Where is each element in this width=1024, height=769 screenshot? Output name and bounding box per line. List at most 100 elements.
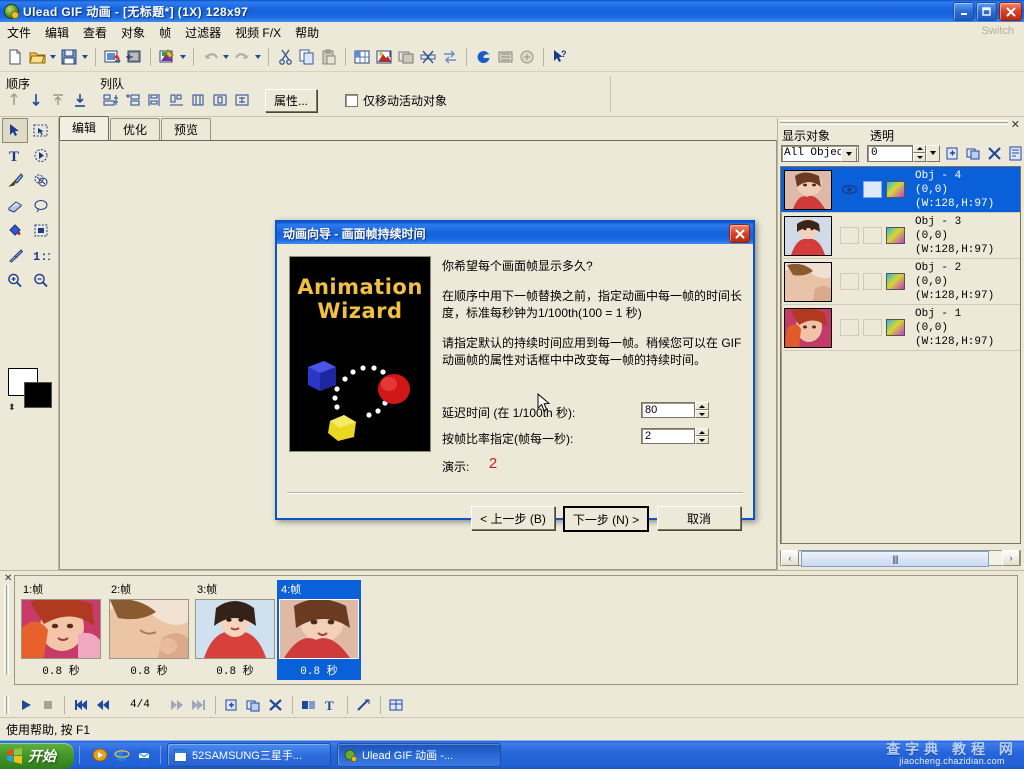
object-row-2[interactable]: Obj - 2 (0,0)(W:128,H:97) bbox=[781, 259, 1020, 305]
send-backward-icon[interactable] bbox=[26, 90, 46, 110]
palette-toggle[interactable] bbox=[886, 319, 905, 336]
dialog-close-button[interactable] bbox=[729, 224, 750, 243]
start-button[interactable]: 开始 bbox=[0, 743, 74, 769]
frame-rate-input[interactable]: 2 bbox=[641, 428, 695, 444]
delete-frame-icon[interactable] bbox=[265, 695, 287, 715]
plugin-icon[interactable] bbox=[494, 46, 516, 68]
frame-text-icon[interactable]: T bbox=[320, 695, 342, 715]
outlook-express-icon[interactable] bbox=[136, 747, 152, 763]
lock-toggle[interactable] bbox=[863, 181, 882, 198]
lasso-icon[interactable] bbox=[28, 193, 54, 218]
eraser-icon[interactable] bbox=[2, 193, 28, 218]
pick-tool-icon[interactable] bbox=[2, 118, 28, 143]
visibility-toggle[interactable] bbox=[840, 181, 859, 198]
object-list[interactable]: Obj - 4 (0,0)(W:128,H:97) bbox=[780, 166, 1021, 544]
swap-icon[interactable] bbox=[439, 46, 461, 68]
align-center-h-icon[interactable] bbox=[122, 90, 142, 110]
scroll-thumb[interactable]: |||| bbox=[801, 551, 989, 567]
first-frame-icon[interactable] bbox=[70, 695, 92, 715]
stepper-down-icon[interactable] bbox=[913, 153, 926, 162]
add-object-icon[interactable] bbox=[943, 144, 961, 162]
tab-optimize[interactable]: 优化 bbox=[110, 118, 160, 141]
object-list-hscrollbar[interactable]: ‹ |||| › bbox=[780, 550, 1021, 566]
visibility-toggle[interactable] bbox=[840, 227, 859, 244]
panel-close-icon[interactable]: ✕ bbox=[1011, 118, 1020, 131]
frame-item-4[interactable]: 4:帧 0.8 秒 bbox=[277, 580, 361, 680]
menu-video-fx[interactable]: 视频 F/X bbox=[228, 22, 288, 43]
internet-explorer-icon[interactable] bbox=[114, 747, 130, 763]
object-row-4[interactable]: Obj - 4 (0,0)(W:128,H:97) bbox=[781, 167, 1020, 213]
eyedropper-icon[interactable] bbox=[2, 243, 28, 268]
optimize-frame-icon[interactable] bbox=[353, 695, 375, 715]
duplicate-object-icon[interactable] bbox=[964, 144, 982, 162]
grid-icon[interactable] bbox=[351, 46, 373, 68]
play-icon[interactable] bbox=[15, 695, 37, 715]
back-button[interactable]: < 上一步 (B) bbox=[471, 506, 555, 530]
animation-object-icon[interactable] bbox=[28, 143, 54, 168]
object-row-1[interactable]: Obj - 1 (0,0)(W:128,H:97) bbox=[781, 305, 1020, 351]
stop-icon[interactable] bbox=[37, 695, 59, 715]
scroll-right-button[interactable]: › bbox=[1002, 550, 1020, 566]
optimize-icon[interactable] bbox=[156, 46, 178, 68]
menu-object[interactable]: 对象 bbox=[114, 22, 152, 43]
lock-toggle[interactable] bbox=[863, 273, 882, 290]
delay-time-input[interactable]: 80 bbox=[641, 402, 695, 418]
transparency-input[interactable]: 0 bbox=[867, 145, 913, 162]
help-pointer-icon[interactable]: ? bbox=[549, 46, 571, 68]
paste-icon[interactable] bbox=[318, 46, 340, 68]
object-properties-icon[interactable] bbox=[1006, 144, 1024, 162]
add-frame-icon[interactable] bbox=[221, 695, 243, 715]
tab-preview[interactable]: 预览 bbox=[161, 118, 211, 141]
delay-stepper-up-icon[interactable] bbox=[695, 402, 709, 410]
transparency-stepper[interactable] bbox=[913, 145, 926, 162]
redo-icon[interactable] bbox=[231, 46, 253, 68]
rate-stepper-up-icon[interactable] bbox=[695, 428, 709, 436]
duplicate-icon[interactable] bbox=[395, 46, 417, 68]
frame-properties-icon[interactable] bbox=[386, 695, 408, 715]
effects-icon[interactable] bbox=[516, 46, 538, 68]
selection-marquee-icon[interactable] bbox=[28, 118, 54, 143]
delay-time-stepper[interactable] bbox=[695, 402, 709, 418]
paintbrush-icon[interactable] bbox=[2, 168, 28, 193]
object-row-3[interactable]: Obj - 3 (0,0)(W:128,H:97) bbox=[781, 213, 1020, 259]
redo-dropdown-icon[interactable] bbox=[253, 46, 263, 68]
lock-toggle[interactable] bbox=[863, 319, 882, 336]
taskbar-item-browser[interactable]: 52SAMSUNG三星手... bbox=[167, 743, 331, 767]
paint-bucket-icon[interactable] bbox=[2, 218, 28, 243]
clone-tool-icon[interactable] bbox=[28, 168, 54, 193]
maximize-button[interactable] bbox=[976, 2, 997, 21]
text-tool-icon[interactable]: T bbox=[2, 143, 28, 168]
stepper-up-icon[interactable] bbox=[913, 145, 926, 154]
media-player-icon[interactable] bbox=[92, 747, 108, 763]
open-file-dropdown-icon[interactable] bbox=[48, 46, 58, 68]
frame-rate-stepper[interactable] bbox=[695, 428, 709, 444]
align-right-icon[interactable] bbox=[144, 90, 164, 110]
transport-grip[interactable] bbox=[4, 696, 9, 714]
undo-icon[interactable] bbox=[199, 46, 221, 68]
panel-drag-grip[interactable] bbox=[780, 120, 1008, 125]
lock-toggle[interactable] bbox=[863, 227, 882, 244]
menu-view[interactable]: 查看 bbox=[76, 22, 114, 43]
transparency-dropdown[interactable] bbox=[926, 145, 940, 162]
menu-frame[interactable]: 帧 bbox=[152, 22, 178, 43]
align-top-icon[interactable] bbox=[166, 90, 186, 110]
open-file-icon[interactable] bbox=[26, 46, 48, 68]
delay-stepper-down-icon[interactable] bbox=[695, 410, 709, 418]
bring-to-front-icon[interactable] bbox=[48, 90, 68, 110]
visibility-toggle[interactable] bbox=[840, 319, 859, 336]
cut-icon[interactable] bbox=[274, 46, 296, 68]
tab-edit[interactable]: 编辑 bbox=[59, 116, 109, 140]
scroll-track[interactable]: |||| bbox=[799, 551, 1002, 565]
properties-button[interactable]: 属性... bbox=[265, 89, 317, 112]
one-to-one-icon[interactable]: 1:1 bbox=[28, 243, 54, 268]
background-color-swatch[interactable] bbox=[24, 382, 52, 408]
menu-file[interactable]: 文件 bbox=[0, 22, 38, 43]
visibility-toggle[interactable] bbox=[840, 273, 859, 290]
import-image-icon[interactable] bbox=[101, 46, 123, 68]
cancel-button[interactable]: 取消 bbox=[657, 506, 741, 530]
next-button[interactable]: 下一步 (N) > bbox=[563, 506, 649, 532]
palette-toggle[interactable] bbox=[886, 227, 905, 244]
undo-dropdown-icon[interactable] bbox=[221, 46, 231, 68]
frame-list[interactable]: 1:帧 0.8 秒 2:帧 bbox=[14, 575, 1018, 685]
align-middle-icon[interactable] bbox=[188, 90, 208, 110]
